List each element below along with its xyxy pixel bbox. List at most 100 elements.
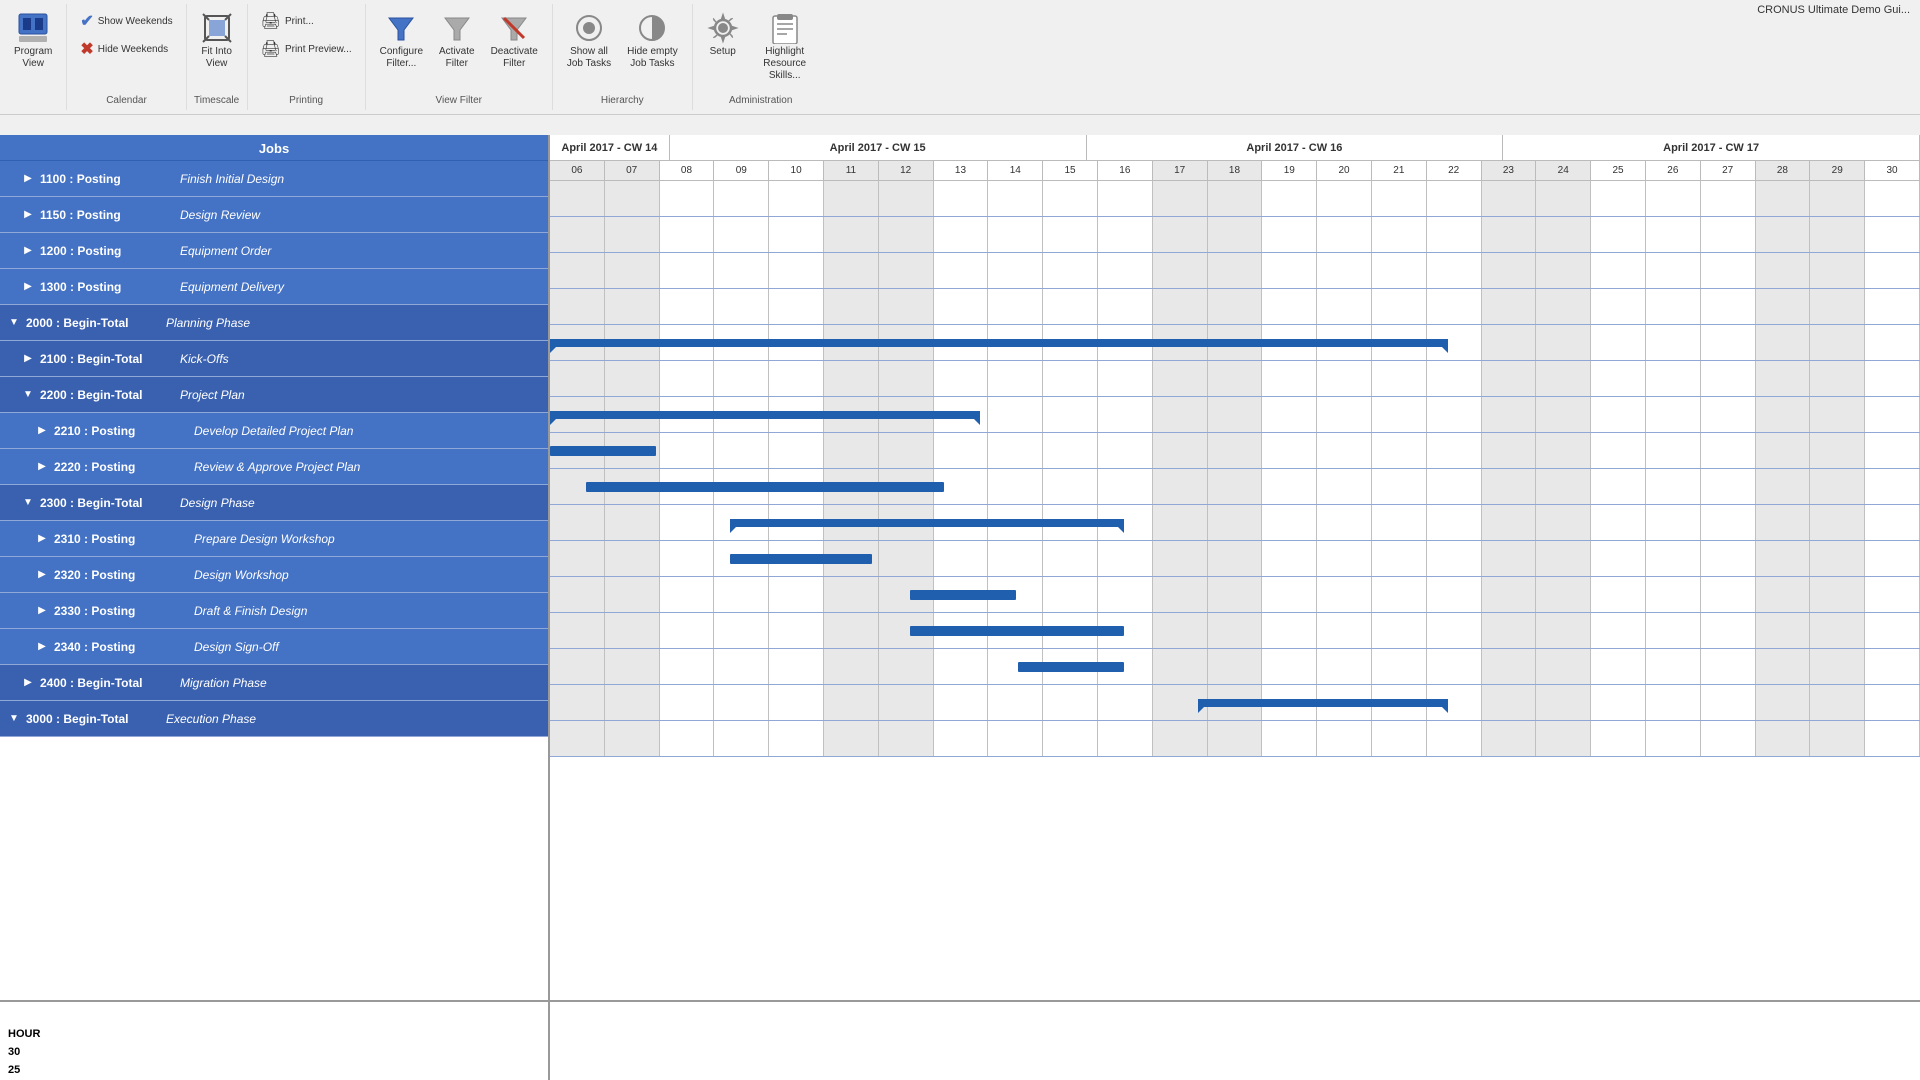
job-row-2210[interactable]: ▶ 2210 : Posting Develop Detailed Projec… bbox=[0, 413, 548, 449]
gantt-cell-8-22 bbox=[1756, 469, 1811, 504]
gantt-cell-10-2 bbox=[660, 541, 715, 576]
gantt-row-3000 bbox=[550, 721, 1920, 757]
job-row-2400[interactable]: ▶ 2400 : Begin-Total Migration Phase bbox=[0, 665, 548, 701]
gantt-cell-1-0 bbox=[550, 217, 605, 252]
gantt-bar-11 bbox=[910, 590, 1016, 600]
gantt-header-weeks: April 2017 - CW 14April 2017 - CW 15Apri… bbox=[550, 135, 1920, 161]
job-row-2000[interactable]: ▼ 2000 : Begin-Total Planning Phase bbox=[0, 305, 548, 341]
gantt-cell-4-24 bbox=[1865, 325, 1920, 360]
gantt-cell-2-0 bbox=[550, 253, 605, 288]
job-row-expand: ▶ bbox=[34, 603, 50, 619]
job-row-2330[interactable]: ▶ 2330 : Posting Draft & Finish Design bbox=[0, 593, 548, 629]
toolbar-group-hierarchy: Show allJob Tasks Hide emptyJob Tasks Hi… bbox=[553, 4, 693, 110]
gantt-cell-13-21 bbox=[1701, 649, 1756, 684]
gantt-cell-3-16 bbox=[1427, 289, 1482, 324]
job-row-2200[interactable]: ▼ 2200 : Begin-Total Project Plan bbox=[0, 377, 548, 413]
job-row-2340[interactable]: ▶ 2340 : Posting Design Sign-Off bbox=[0, 629, 548, 665]
job-row-1300[interactable]: ▶ 1300 : Posting Equipment Delivery bbox=[0, 269, 548, 305]
gantt-cell-13-2 bbox=[660, 649, 715, 684]
gantt-cell-13-5 bbox=[824, 649, 879, 684]
gantt-cell-0-5 bbox=[824, 181, 879, 216]
gantt-bar-summary-6 bbox=[550, 411, 980, 419]
gantt-cell-2-9 bbox=[1043, 253, 1098, 288]
gantt-bar-7 bbox=[550, 446, 656, 456]
job-row-name: Equipment Delivery bbox=[180, 280, 542, 294]
fit-into-view-button[interactable]: Fit IntoView bbox=[195, 8, 239, 74]
gantt-cell-13-0 bbox=[550, 649, 605, 684]
hide-empty-job-tasks-button[interactable]: Hide emptyJob Tasks bbox=[621, 8, 684, 74]
toolbar-group-timescale: Fit IntoView Timescale bbox=[187, 4, 248, 110]
setup-label: Setup bbox=[710, 46, 736, 58]
gantt-cell-15-3 bbox=[714, 721, 769, 756]
job-row-name: Design Workshop bbox=[194, 568, 542, 582]
show-weekends-button[interactable]: ✔ Show Weekends bbox=[75, 8, 177, 34]
gantt-cell-6-16 bbox=[1427, 397, 1482, 432]
job-row-2100[interactable]: ▶ 2100 : Begin-Total Kick-Offs bbox=[0, 341, 548, 377]
printing-group-label: Printing bbox=[289, 95, 323, 106]
bottom-chart-label: HOUR 30 25 bbox=[0, 1002, 550, 1080]
gantt-cell-8-17 bbox=[1482, 469, 1537, 504]
highlight-resource-button[interactable]: HighlightResource Skills... bbox=[749, 8, 821, 86]
gantt-day-15: 15 bbox=[1043, 161, 1098, 180]
gantt-cell-7-3 bbox=[714, 433, 769, 468]
gantt-cell-1-13 bbox=[1262, 217, 1317, 252]
gantt-cell-0-7 bbox=[934, 181, 989, 216]
toolbar-group-view-filter: ConfigureFilter... ActivateFilter Dea bbox=[366, 4, 553, 110]
gantt-cell-3-4 bbox=[769, 289, 824, 324]
gantt-cell-6-10 bbox=[1098, 397, 1153, 432]
gantt-cell-5-11 bbox=[1153, 361, 1208, 396]
hide-weekends-button[interactable]: ✖ Hide Weekends bbox=[75, 36, 173, 62]
gantt-cell-7-12 bbox=[1208, 433, 1263, 468]
job-row-number: 2210 : Posting bbox=[54, 424, 194, 438]
gantt-cell-4-23 bbox=[1810, 325, 1865, 360]
gantt-cell-6-18 bbox=[1536, 397, 1591, 432]
gantt-cell-15-2 bbox=[660, 721, 715, 756]
gantt-cell-9-15 bbox=[1372, 505, 1427, 540]
gantt-cell-10-11 bbox=[1153, 541, 1208, 576]
setup-icon bbox=[707, 12, 739, 44]
gantt-cell-5-3 bbox=[714, 361, 769, 396]
setup-button[interactable]: Setup bbox=[701, 8, 745, 62]
show-all-job-tasks-button[interactable]: Show allJob Tasks bbox=[561, 8, 617, 74]
gantt-cell-9-19 bbox=[1591, 505, 1646, 540]
job-row-name: Kick-Offs bbox=[180, 352, 542, 366]
gantt-cell-6-11 bbox=[1153, 397, 1208, 432]
gantt-cell-2-24 bbox=[1865, 253, 1920, 288]
gantt-cell-7-23 bbox=[1810, 433, 1865, 468]
deactivate-filter-label: DeactivateFilter bbox=[491, 46, 538, 70]
show-all-label: Show allJob Tasks bbox=[567, 46, 611, 70]
program-view-button[interactable]: ProgramView bbox=[8, 8, 58, 74]
gantt-cell-4-21 bbox=[1701, 325, 1756, 360]
gantt-cell-1-4 bbox=[769, 217, 824, 252]
gantt-cell-10-8 bbox=[988, 541, 1043, 576]
job-row-2320[interactable]: ▶ 2320 : Posting Design Workshop bbox=[0, 557, 548, 593]
job-row-2310[interactable]: ▶ 2310 : Posting Prepare Design Workshop bbox=[0, 521, 548, 557]
gantt-bar-10 bbox=[730, 554, 872, 564]
gantt-cell-7-9 bbox=[1043, 433, 1098, 468]
gantt-cell-10-0 bbox=[550, 541, 605, 576]
job-row-2220[interactable]: ▶ 2220 : Posting Review & Approve Projec… bbox=[0, 449, 548, 485]
gantt-day-26: 26 bbox=[1646, 161, 1701, 180]
deactivate-filter-button[interactable]: DeactivateFilter bbox=[485, 8, 544, 74]
gantt-cell-0-11 bbox=[1153, 181, 1208, 216]
job-row-1150[interactable]: ▶ 1150 : Posting Design Review bbox=[0, 197, 548, 233]
print-button[interactable]: 🖨 Print... bbox=[256, 8, 319, 34]
activate-filter-button[interactable]: ActivateFilter bbox=[433, 8, 481, 74]
gantt-cell-12-16 bbox=[1427, 613, 1482, 648]
print-preview-button[interactable]: 🖨 Print Preview... bbox=[256, 36, 357, 62]
gantt-cell-10-6 bbox=[879, 541, 934, 576]
gantt-cell-8-14 bbox=[1317, 469, 1372, 504]
job-row-expand: ▼ bbox=[6, 315, 22, 331]
job-row-1200[interactable]: ▶ 1200 : Posting Equipment Order bbox=[0, 233, 548, 269]
gantt-cell-5-1 bbox=[605, 361, 660, 396]
configure-filter-button[interactable]: ConfigureFilter... bbox=[374, 8, 429, 74]
gantt-cell-13-14 bbox=[1317, 649, 1372, 684]
hour-label: HOUR bbox=[8, 1028, 40, 1040]
job-row-1100[interactable]: ▶ 1100 : Posting Finish Initial Design bbox=[0, 161, 548, 197]
job-row-2300[interactable]: ▼ 2300 : Begin-Total Design Phase bbox=[0, 485, 548, 521]
gantt-row-2340 bbox=[550, 649, 1920, 685]
gantt-week-April-2017---CW-15: April 2017 - CW 15 bbox=[670, 135, 1087, 160]
job-row-name: Review & Approve Project Plan bbox=[194, 460, 542, 474]
gantt-cell-15-14 bbox=[1317, 721, 1372, 756]
job-row-3000[interactable]: ▼ 3000 : Begin-Total Execution Phase bbox=[0, 701, 548, 737]
